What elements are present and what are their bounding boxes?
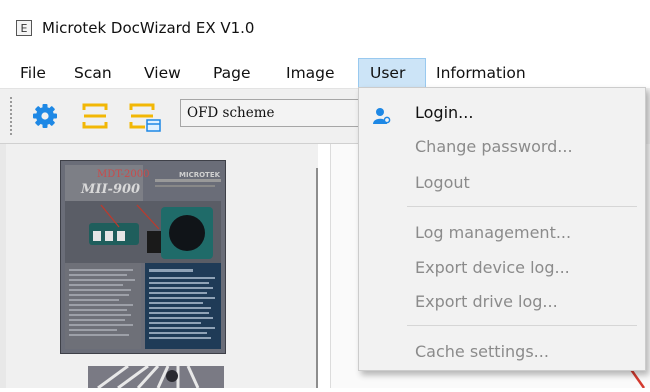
menu-scan[interactable]: Scan (66, 58, 120, 88)
menu-item-label: Login... (415, 103, 474, 122)
menu-user[interactable]: User (358, 58, 426, 88)
pane-edge (0, 144, 6, 388)
menu-file[interactable]: File (12, 58, 54, 88)
page-thumbnail-2[interactable] (88, 366, 224, 388)
menu-item-label: Logout (415, 173, 470, 192)
menu-item-logout[interactable]: Logout (359, 168, 645, 198)
thumb-model: MII-900 (80, 182, 140, 197)
menu-information[interactable]: Information (428, 58, 534, 88)
user-key-icon (373, 105, 391, 124)
menu-view[interactable]: View (136, 58, 189, 88)
menu-item-cache-settings[interactable]: Cache settings... (359, 337, 645, 367)
menu-image[interactable]: Image (278, 58, 343, 88)
menu-separator (407, 325, 637, 326)
thumb-brand: MICROTEK (179, 171, 221, 179)
ofd-export-icon[interactable] (128, 101, 161, 132)
gear-icon[interactable] (30, 101, 60, 131)
menu-item-log-management[interactable]: Log management... (359, 218, 645, 248)
menu-item-export-device-log[interactable]: Export device log... (359, 253, 645, 283)
menu-separator (407, 206, 637, 207)
menu-item-login[interactable]: Login... (359, 98, 645, 128)
menu-item-change-password[interactable]: Change password... (359, 132, 645, 162)
scheme-select[interactable]: OFD scheme (180, 99, 360, 127)
pane-splitter[interactable] (316, 168, 318, 388)
menu-item-label: Export device log... (415, 258, 570, 277)
menu-bar: File Scan View Page Image User Informati… (0, 58, 650, 88)
window-title: Microtek DocWizard EX V1.0 (42, 19, 255, 37)
thumb-subtitle: MDT-2000 (97, 169, 149, 180)
menu-page[interactable]: Page (205, 58, 259, 88)
menu-item-label: Change password... (415, 137, 573, 156)
toolbar-grip[interactable] (10, 97, 12, 135)
title-bar: E Microtek DocWizard EX V1.0 (0, 0, 650, 58)
ofd-scheme-icon[interactable] (80, 101, 110, 131)
menu-item-label: Cache settings... (415, 342, 549, 361)
menu-item-export-drive-log[interactable]: Export drive log... (359, 287, 645, 317)
page-thumbnail[interactable]: MDT-2000 MII-900 MICROTEK (60, 160, 226, 354)
menu-item-label: Log management... (415, 223, 572, 242)
app-icon: E (16, 20, 32, 36)
user-menu-dropdown: Login... Change password... Logout Log m… (358, 87, 646, 371)
menu-item-label: Export drive log... (415, 292, 558, 311)
